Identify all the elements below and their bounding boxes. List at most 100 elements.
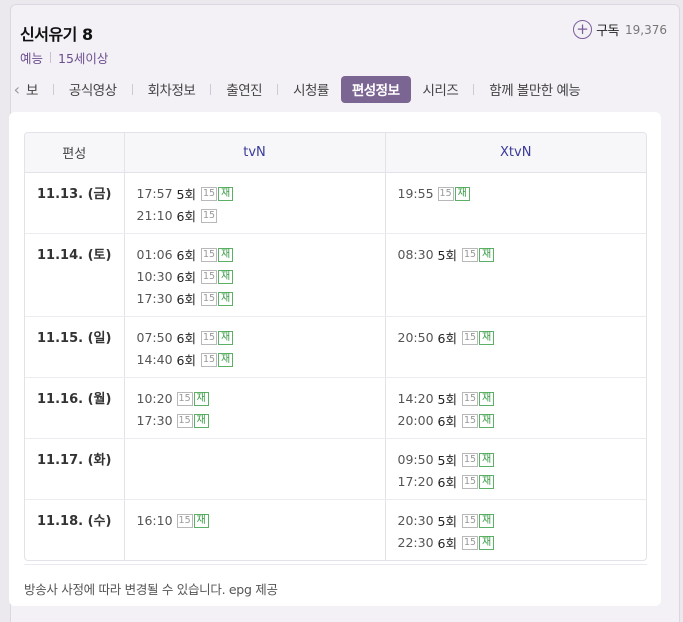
tab-divider bbox=[210, 83, 212, 95]
program-meta: 예능 15세이상 bbox=[20, 48, 108, 67]
age-rating-badge: 15 bbox=[461, 413, 479, 428]
schedule-date: 11.18. (수) bbox=[25, 499, 125, 560]
age-rating-badge: 15 bbox=[200, 269, 218, 284]
tab-broadcast-info[interactable]: 보 bbox=[24, 76, 47, 103]
episode-number: 6회 bbox=[176, 270, 196, 285]
tab-divider bbox=[339, 84, 340, 95]
age-rating-badge: 15 bbox=[200, 330, 218, 345]
schedule-cell-tvn: 01:06 6회 15 재 10:30 6회 15 재 17:30 6회 15 재 bbox=[124, 233, 386, 317]
airing-time: 14:20 bbox=[397, 391, 434, 406]
rerun-badge: 재 bbox=[218, 352, 234, 367]
schedule-cell-tvn: 17:57 5회 15 재 21:10 6회 15 bbox=[124, 172, 386, 234]
program-airing: 07:50 6회 15 재 bbox=[137, 327, 385, 349]
program-airing: 16:10 15 재 bbox=[137, 510, 385, 532]
age-rating-badge: 15 bbox=[461, 391, 479, 406]
program-title[interactable]: 신서유기 8 bbox=[20, 21, 93, 45]
schedule-card: 편성 tvN XtvN 11.13. (금) 17:57 5회 15 재 21:10 6회 1… bbox=[9, 112, 661, 606]
schedule-row: 11.18. (수) 16:10 15 재 20:30 5회 15 재 22:30 6회 15 재 bbox=[25, 499, 646, 560]
program-airing: 10:30 6회 15 재 bbox=[137, 266, 385, 288]
airing-time: 20:50 bbox=[397, 330, 434, 345]
schedule-cell-xtvn: 14:20 5회 15 재 20:00 6회 15 재 bbox=[385, 377, 647, 439]
tab-official-video[interactable]: 공식영상 bbox=[60, 76, 126, 103]
airing-time: 10:30 bbox=[136, 269, 173, 284]
age-rating-badge: 15 bbox=[200, 352, 218, 367]
tab-divider bbox=[52, 83, 54, 95]
channel-header-xtvn: XtvN bbox=[385, 133, 646, 173]
airing-time: 19:55 bbox=[397, 186, 434, 201]
schedule-cell-xtvn: 20:50 6회 15 재 bbox=[385, 316, 647, 378]
age-rating-badge: 15 bbox=[200, 247, 218, 262]
meta-divider bbox=[50, 52, 52, 63]
rerun-badge: 재 bbox=[479, 247, 495, 262]
program-airing: 01:06 6회 15 재 bbox=[137, 244, 385, 266]
rerun-badge: 재 bbox=[218, 247, 234, 262]
schedule-date: 11.15. (일) bbox=[25, 316, 125, 378]
channel-header-tvn: tvN bbox=[124, 133, 386, 173]
episode-number: 6회 bbox=[437, 331, 457, 346]
rerun-badge: 재 bbox=[479, 413, 495, 428]
tab-divider bbox=[412, 84, 413, 95]
age-rating-label: 15세이상 bbox=[58, 51, 109, 66]
schedule-date: 11.13. (금) bbox=[25, 172, 125, 234]
program-airing: 20:50 6회 15 재 bbox=[398, 327, 647, 349]
rerun-badge: 재 bbox=[479, 535, 495, 550]
age-rating-badge: 15 bbox=[461, 535, 479, 550]
subscribe-button[interactable]: + 구독 19,376 bbox=[573, 20, 667, 39]
program-airing: 08:30 5회 15 재 bbox=[398, 244, 647, 266]
tab-schedule[interactable]: 편성정보 bbox=[340, 75, 411, 103]
schedule-cell-tvn bbox=[124, 438, 386, 500]
airing-time: 01:06 bbox=[136, 247, 173, 262]
airing-time: 10:20 bbox=[136, 391, 173, 406]
schedule-row: 11.13. (금) 17:57 5회 15 재 21:10 6회 15 19:55 15 재 bbox=[25, 172, 647, 234]
age-rating-badge: 15 bbox=[200, 291, 218, 306]
rerun-badge: 재 bbox=[193, 391, 209, 406]
age-rating-badge: 15 bbox=[200, 186, 218, 201]
schedule-row: 11.17. (화) 09:50 5회 15 재 17:20 6회 15 재 bbox=[25, 438, 647, 500]
rerun-badge: 재 bbox=[479, 513, 495, 528]
program-airing: 10:20 15 재 bbox=[137, 388, 385, 410]
rerun-badge: 재 bbox=[479, 452, 495, 467]
program-airing: 20:00 6회 15 재 bbox=[398, 410, 647, 432]
airing-time: 09:50 bbox=[397, 452, 434, 467]
program-airing: 14:20 5회 15 재 bbox=[398, 388, 647, 410]
airing-time: 14:40 bbox=[136, 352, 173, 367]
age-rating-badge: 15 bbox=[461, 330, 479, 345]
rerun-badge: 재 bbox=[218, 186, 234, 201]
episode-number: 5회 bbox=[437, 248, 457, 263]
age-rating-badge: 15 bbox=[176, 391, 193, 406]
rerun-badge: 재 bbox=[479, 391, 495, 406]
subscribe-label[interactable]: 구독 bbox=[596, 20, 619, 39]
airing-time: 08:30 bbox=[397, 247, 434, 262]
airing-time: 20:30 bbox=[397, 513, 434, 528]
plus-circle-icon[interactable]: + bbox=[573, 20, 593, 39]
program-airing: 17:57 5회 15 재 bbox=[137, 183, 385, 205]
tab-series[interactable]: 시리즈 bbox=[414, 76, 468, 103]
schedule-cell-tvn: 16:10 15 재 bbox=[124, 499, 386, 560]
age-rating-badge: 15 bbox=[437, 186, 454, 201]
airing-time: 17:57 bbox=[136, 186, 173, 201]
schedule-row: 11.15. (일) 07:50 6회 15 재 14:40 6회 15 재 20:50 6회 15 재 bbox=[25, 316, 647, 378]
schedule-cell-xtvn: 19:55 15 재 bbox=[385, 172, 647, 234]
schedule-cell-tvn: 10:20 15 재 17:30 15 재 bbox=[124, 377, 386, 439]
chevron-left-icon[interactable]: ‹ bbox=[0, 80, 24, 99]
age-rating-badge: 15 bbox=[200, 208, 218, 223]
program-airing: 14:40 6회 15 재 bbox=[137, 349, 385, 371]
airing-time: 17:30 bbox=[136, 413, 173, 428]
program-airing: 21:10 6회 15 bbox=[137, 205, 385, 227]
tab-cast[interactable]: 출연진 bbox=[217, 76, 271, 103]
schedule-date: 11.17. (화) bbox=[25, 438, 125, 500]
airing-time: 21:10 bbox=[136, 208, 173, 223]
tab-recommended[interactable]: 함께 볼만한 예능 bbox=[480, 76, 589, 103]
rerun-badge: 재 bbox=[479, 474, 495, 489]
age-rating-badge: 15 bbox=[461, 474, 479, 489]
program-airing: 19:55 15 재 bbox=[398, 183, 647, 205]
airing-time: 20:00 bbox=[397, 413, 434, 428]
program-airing: 09:50 5회 15 재 bbox=[398, 449, 647, 471]
rerun-badge: 재 bbox=[193, 413, 209, 428]
genre-label[interactable]: 예능 bbox=[20, 48, 43, 67]
subscribe-count: 19,376 bbox=[625, 22, 667, 37]
tab-episode-info[interactable]: 회차정보 bbox=[139, 76, 205, 103]
age-rating-badge: 15 bbox=[461, 247, 479, 262]
footer-notice: 방송사 사정에 따라 변경될 수 있습니다. epg 제공 bbox=[24, 564, 647, 598]
tab-ratings[interactable]: 시청률 bbox=[284, 76, 338, 103]
